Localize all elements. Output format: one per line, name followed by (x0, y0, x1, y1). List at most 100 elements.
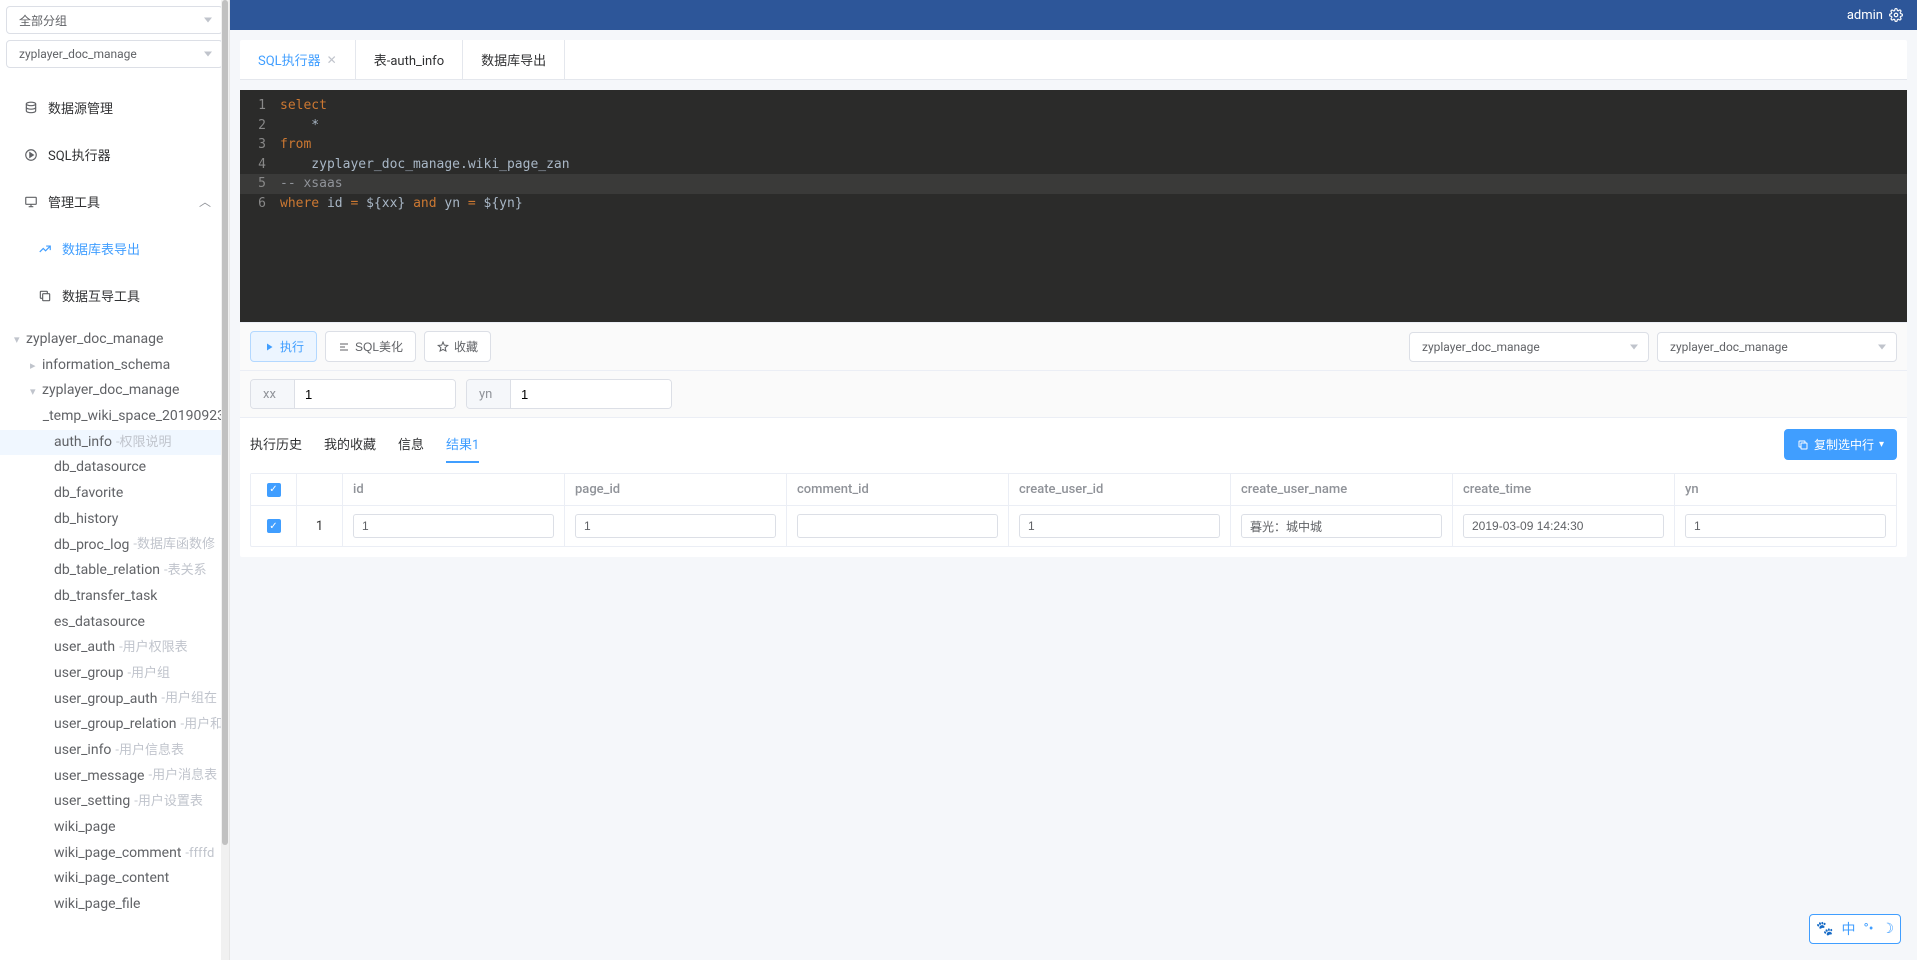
execute-button[interactable]: 执行 (250, 331, 317, 362)
cell-input[interactable] (575, 514, 776, 538)
tab[interactable]: SQL执行器 ✕ (240, 40, 356, 79)
group-select[interactable]: 全部分组 (6, 6, 223, 34)
table-row[interactable]: ✓1 (251, 506, 1896, 546)
row-checkbox[interactable]: ✓ (251, 506, 297, 546)
column-header[interactable]: yn (1675, 474, 1896, 505)
result-grid: ✓idpage_idcomment_idcreate_user_idcreate… (250, 473, 1897, 547)
copy-selected-button[interactable]: 复制选中行 ▾ (1784, 429, 1897, 460)
button-label: SQL美化 (355, 338, 403, 355)
scrollbar[interactable] (221, 0, 229, 960)
result-tab[interactable]: 我的收藏 (324, 426, 376, 463)
widget-item[interactable]: °• (1863, 921, 1873, 937)
tree-label: wiki_page_content (54, 868, 169, 890)
result-tab[interactable]: 结果1 (446, 426, 479, 463)
cell-input[interactable] (1241, 514, 1442, 538)
tree-node[interactable]: wiki_page_content (0, 866, 229, 892)
column-header[interactable]: create_time (1453, 474, 1675, 505)
db-select-1[interactable]: zyplayer_doc_manage (1409, 332, 1649, 362)
column-header[interactable]: create_user_id (1009, 474, 1231, 505)
star-icon (437, 341, 449, 353)
tree-node[interactable]: wiki_page_file (0, 892, 229, 918)
cell (787, 506, 1009, 546)
float-widget[interactable]: 🐾 中 °• ☽ (1809, 914, 1901, 944)
cell (1231, 506, 1453, 546)
datasource-select[interactable]: zyplayer_doc_manage (6, 40, 223, 68)
cell-input[interactable] (1685, 514, 1886, 538)
tree-label: _temp_wiki_space_20190923 (43, 406, 225, 428)
tree-node[interactable]: user_setting-用户设置表 (0, 789, 229, 815)
cell-input[interactable] (1019, 514, 1220, 538)
chevron-up-icon: ︿ (199, 193, 211, 210)
sql-editor[interactable]: 1select2 *3from4 zyplayer_doc_manage.wik… (240, 90, 1907, 322)
cell-input[interactable] (797, 514, 998, 538)
tree-node[interactable]: wiki_page_comment-ffffd (0, 841, 229, 867)
scrollbar-thumb[interactable] (222, 0, 228, 845)
menu-datasource[interactable]: 数据源管理 (0, 84, 229, 131)
line-number: 2 (240, 116, 280, 136)
tree-node[interactable]: ▾zyplayer_doc_manage (0, 378, 229, 404)
toolbar: 执行 SQL美化 收藏 zyplayer_doc_manage zyplayer… (240, 322, 1907, 371)
menu-tools[interactable]: 管理工具 ︿ (0, 178, 229, 225)
button-label: 执行 (280, 338, 304, 355)
widget-item[interactable]: 中 (1841, 919, 1855, 939)
menu-import[interactable]: 数据互导工具 (0, 272, 229, 319)
tree-desc: -用户组 (127, 664, 170, 684)
tree-node[interactable]: _temp_wiki_space_20190923 (0, 404, 229, 430)
tree-node[interactable]: db_proc_log-数据库函数修 (0, 533, 229, 559)
cell-input[interactable] (1463, 514, 1664, 538)
tab[interactable]: 表-auth_info (356, 40, 463, 79)
tree-node[interactable]: user_group_relation-用户和 (0, 712, 229, 738)
monitor-icon (24, 195, 38, 209)
copy-icon (38, 289, 52, 303)
tree-node[interactable]: ▾zyplayer_doc_manage (0, 327, 229, 353)
tree-node[interactable]: user_auth-用户权限表 (0, 635, 229, 661)
tree-desc: -权限说明 (116, 433, 172, 453)
menu-export[interactable]: 数据库表导出 (0, 225, 229, 272)
column-header[interactable]: create_user_name (1231, 474, 1453, 505)
widget-item[interactable]: 🐾 (1816, 921, 1833, 937)
widget-item[interactable]: ☽ (1881, 921, 1894, 937)
result-tab[interactable]: 信息 (398, 426, 424, 463)
cell-input[interactable] (353, 514, 554, 538)
column-header[interactable]: comment_id (787, 474, 1009, 505)
cell (565, 506, 787, 546)
column-header[interactable]: id (343, 474, 565, 505)
tree-label: wiki_page_file (54, 894, 140, 916)
play-icon (24, 148, 38, 162)
tree-label: es_datasource (54, 612, 145, 634)
param-input[interactable] (511, 380, 672, 408)
param-input[interactable] (295, 380, 456, 408)
tree-node[interactable]: db_table_relation-表关系 (0, 558, 229, 584)
tree-node[interactable]: auth_info-权限说明 (0, 430, 229, 456)
column-header[interactable]: page_id (565, 474, 787, 505)
favorite-button[interactable]: 收藏 (424, 331, 491, 362)
tree-node[interactable]: user_group_auth-用户组在 (0, 687, 229, 713)
tab-label: SQL执行器 (258, 50, 321, 69)
gear-icon[interactable] (1889, 8, 1903, 22)
tree-node[interactable]: db_favorite (0, 481, 229, 507)
tree-node[interactable]: db_datasource (0, 455, 229, 481)
close-icon[interactable]: ✕ (327, 53, 337, 67)
tree-desc: -用户和 (181, 715, 224, 735)
user-name[interactable]: admin (1847, 8, 1883, 23)
menu-sql-executor[interactable]: SQL执行器 (0, 131, 229, 178)
menu-label: 管理工具 (48, 192, 100, 211)
beautify-button[interactable]: SQL美化 (325, 331, 416, 362)
tab-label: 数据库导出 (481, 50, 546, 69)
sidebar: 全部分组 zyplayer_doc_manage 数据源管理 SQL执行器 管理… (0, 0, 230, 960)
tree-node[interactable]: user_info-用户信息表 (0, 738, 229, 764)
db-select-2[interactable]: zyplayer_doc_manage (1657, 332, 1897, 362)
tree-node[interactable]: user_group-用户组 (0, 661, 229, 687)
row-index: 1 (297, 506, 343, 546)
menu-label: 数据库表导出 (62, 239, 140, 258)
tree-node[interactable]: db_history (0, 507, 229, 533)
tab[interactable]: 数据库导出 (463, 40, 565, 79)
result-tab[interactable]: 执行历史 (250, 426, 302, 463)
tree-node[interactable]: ▸information_schema (0, 353, 229, 379)
tree-node[interactable]: user_message-用户消息表 (0, 764, 229, 790)
tree-node[interactable]: es_datasource (0, 610, 229, 636)
checkbox-header[interactable]: ✓ (251, 474, 297, 505)
tree-node[interactable]: db_transfer_task (0, 584, 229, 610)
tree-desc: -表关系 (164, 561, 207, 581)
tree-node[interactable]: wiki_page (0, 815, 229, 841)
